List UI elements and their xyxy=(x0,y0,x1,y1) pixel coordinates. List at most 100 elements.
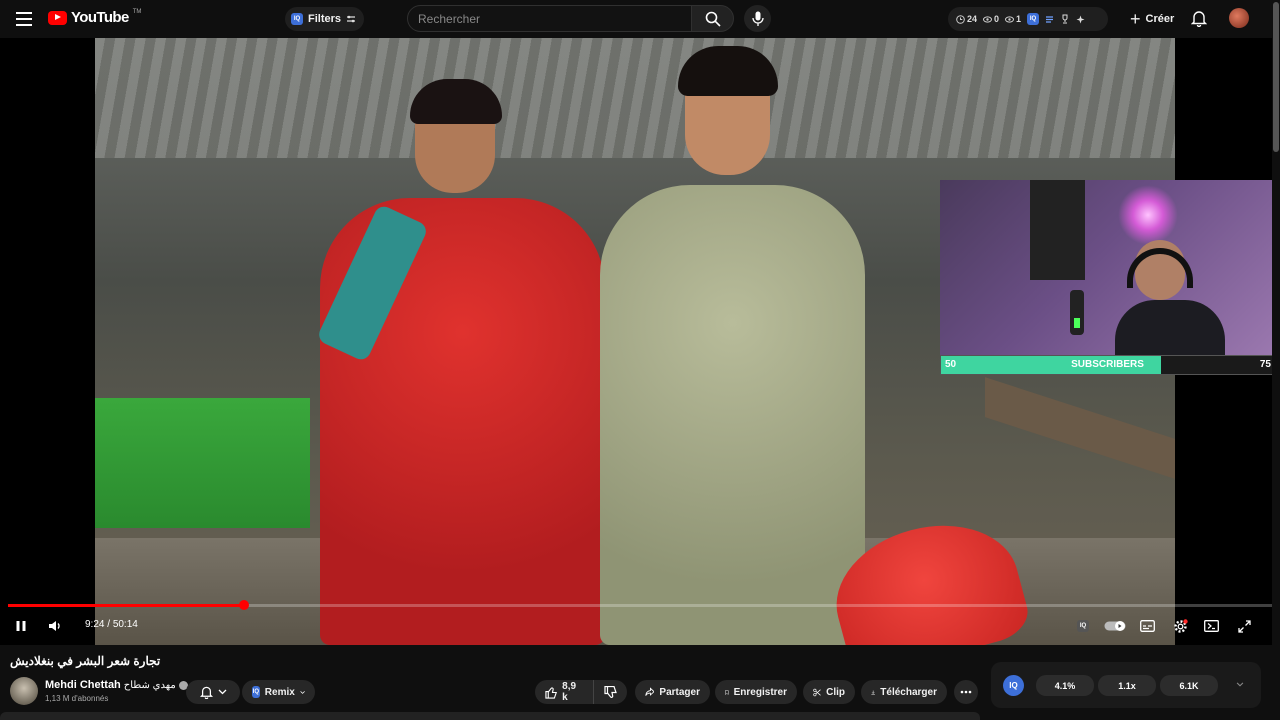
trophy-icon xyxy=(1062,14,1068,24)
filters-label: Filters xyxy=(308,13,342,25)
download-button[interactable]: Télécharger xyxy=(861,680,947,704)
subscriber-goal-bar: 50 SUBSCRIBERS 75 xyxy=(940,355,1275,375)
chevron-down-icon xyxy=(218,689,226,695)
pause-button[interactable] xyxy=(12,616,30,636)
channel-name-latin[interactable]: Mehdi Chettah xyxy=(45,679,121,691)
extension-metric-views: 6.1K xyxy=(1160,675,1218,696)
extension-stats-pill[interactable]: 24 0 1 IQ xyxy=(948,7,1108,31)
extension-metric-engagement: 4.1% xyxy=(1036,675,1094,696)
chevron-down-icon xyxy=(300,690,305,694)
views-stat: 0 xyxy=(983,14,999,24)
time-separator: / xyxy=(104,619,113,630)
remix-button[interactable]: IQ Remix xyxy=(242,680,315,704)
toggle-icon xyxy=(1104,621,1126,631)
channel-name[interactable]: Mehdi Chettah مهدي شطاح xyxy=(45,679,188,691)
iq-extension-logo[interactable]: IQ xyxy=(1003,675,1024,696)
video-player[interactable]: 50 SUBSCRIBERS 75 9:24 / 50:14 IQ xyxy=(0,38,1280,645)
neon-light-icon xyxy=(1118,185,1178,245)
iq-extension-icon: IQ xyxy=(291,13,303,25)
search-button[interactable] xyxy=(691,5,734,32)
channel-name-arabic[interactable]: مهدي شطاح xyxy=(124,680,176,691)
video-scene-person-green-dress xyxy=(600,46,865,645)
download-icon xyxy=(871,690,875,695)
filters-button[interactable]: IQ Filters xyxy=(285,7,365,31)
create-button[interactable]: + Créer xyxy=(1124,7,1184,31)
streamer-microphone xyxy=(1070,290,1084,335)
expand-icon xyxy=(1237,619,1251,633)
remix-label: Remix xyxy=(264,686,295,698)
pause-icon xyxy=(16,621,26,631)
list-icon xyxy=(1046,15,1054,23)
voice-search-button[interactable] xyxy=(744,5,771,32)
search-field[interactable] xyxy=(407,5,692,32)
scrollbar-thumb[interactable] xyxy=(1273,2,1279,152)
goal-target: 75 xyxy=(1259,359,1271,370)
description-box-edge xyxy=(0,712,980,720)
subtitles-button[interactable] xyxy=(1138,616,1156,636)
subscriber-count: 1,13 M d'abonnés xyxy=(45,694,109,703)
volume-button[interactable] xyxy=(45,616,65,636)
extension-metric-ratio: 1.1x xyxy=(1098,675,1156,696)
thumbs-down-icon xyxy=(604,685,617,698)
seen-stat: 1 xyxy=(1005,14,1021,24)
plus-icon: + xyxy=(1130,9,1141,29)
autoplay-toggle[interactable] xyxy=(1103,616,1127,636)
bookmark-icon xyxy=(725,689,729,695)
clip-label: Clip xyxy=(826,686,845,698)
gear-icon xyxy=(1173,618,1188,633)
fullscreen-button[interactable] xyxy=(1235,616,1253,636)
video-scene-green-wall xyxy=(95,398,310,528)
subscribed-bell-button[interactable] xyxy=(186,680,240,704)
clip-button[interactable]: Clip xyxy=(803,680,855,704)
iq-extension-icon: IQ xyxy=(252,686,260,698)
webcam-overlay xyxy=(940,180,1280,355)
microphone-icon xyxy=(751,11,764,26)
clock-icon xyxy=(956,14,965,24)
more-actions-button[interactable] xyxy=(954,680,978,704)
video-scene-table xyxy=(985,377,1175,479)
page-scrollbar[interactable] xyxy=(1272,0,1280,720)
sparkle-icon xyxy=(1076,15,1085,23)
logo-trademark: TM xyxy=(132,8,142,15)
download-label: Télécharger xyxy=(880,686,937,698)
miniplayer-icon xyxy=(1203,620,1219,632)
bell-icon xyxy=(1190,11,1208,28)
subtitles-icon xyxy=(1139,620,1155,632)
account-avatar[interactable] xyxy=(1229,8,1249,28)
goal-label: SUBSCRIBERS xyxy=(1071,359,1144,370)
save-label: Enregistrer xyxy=(733,686,787,698)
miniplayer-button[interactable] xyxy=(1202,616,1220,636)
top-bar: YouTube TM IQ Filters 24 0 1 IQ + Cr xyxy=(0,0,1280,38)
streamer xyxy=(1115,240,1225,355)
bell-icon xyxy=(199,686,213,699)
settings-button[interactable] xyxy=(1170,616,1190,636)
sliders-icon xyxy=(347,15,356,23)
iq-extension-icon: IQ xyxy=(1027,13,1040,25)
chevron-down-icon[interactable] xyxy=(1236,682,1244,687)
channel-avatar[interactable] xyxy=(10,677,38,705)
current-time: 9:24 xyxy=(85,619,105,630)
seek-bar-played xyxy=(8,604,245,607)
dislike-button[interactable] xyxy=(593,680,627,704)
like-button[interactable]: 8,9 k xyxy=(535,680,593,704)
more-horizontal-icon xyxy=(960,690,972,694)
youtube-logo[interactable]: YouTube TM xyxy=(48,9,141,26)
seek-bar[interactable] xyxy=(8,600,1272,610)
eye-icon xyxy=(983,15,993,23)
youtube-play-icon xyxy=(48,10,67,25)
scissors-icon xyxy=(813,688,821,696)
hamburger-menu-icon[interactable] xyxy=(16,12,32,26)
eye-icon xyxy=(1005,15,1015,23)
logo-text: YouTube xyxy=(71,9,129,26)
watch-time-stat: 24 xyxy=(956,14,977,24)
time-display: 9:24 / 50:14 xyxy=(85,619,138,630)
search-input[interactable] xyxy=(418,11,691,26)
iq-extension-icon: IQ xyxy=(1077,620,1089,632)
iq-player-button[interactable]: IQ xyxy=(1073,616,1093,636)
notifications-button[interactable] xyxy=(1190,9,1208,32)
save-button[interactable]: Enregistrer xyxy=(715,680,797,704)
thumbs-up-icon xyxy=(545,686,558,699)
share-button[interactable]: Partager xyxy=(635,680,710,704)
total-time: 50:14 xyxy=(112,619,138,630)
volume-icon xyxy=(49,621,60,631)
